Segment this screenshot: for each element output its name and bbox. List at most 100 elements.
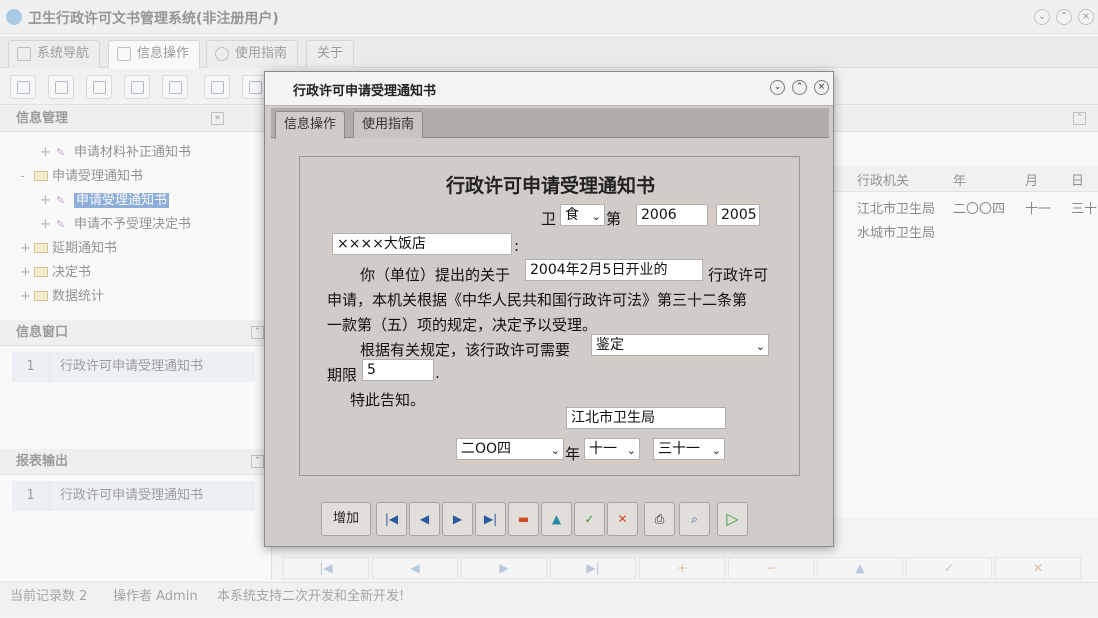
collapse-up-icon[interactable]: ⌃ — [1073, 112, 1086, 125]
tab-info-ops[interactable]: 信息操作 — [108, 40, 201, 69]
date-year-select[interactable]: 二OO四 ⌄ — [456, 438, 564, 460]
first-record-button[interactable]: |◀ — [283, 557, 369, 579]
tab-guide[interactable]: 使用指南 — [206, 40, 299, 68]
collapse-up-icon[interactable]: ⌃ — [251, 455, 264, 468]
next-record-button[interactable]: ▶ — [442, 502, 473, 536]
next-record-button[interactable]: ▶ — [461, 557, 547, 579]
cancel-record-button[interactable]: ✕ — [607, 502, 638, 536]
run-button[interactable]: ▷ — [717, 502, 748, 536]
year-unit-label: 年 — [565, 445, 581, 463]
tree-node[interactable]: + 延期通知书 — [20, 238, 117, 260]
date-day-select[interactable]: 三十一 ⌄ — [653, 438, 725, 460]
year-code-input[interactable]: 2006 — [636, 204, 708, 226]
print-preview-button[interactable]: ⌕ — [679, 502, 710, 536]
collapse-left-icon[interactable]: « — [211, 112, 224, 125]
line1-suffix: 行政许可 — [708, 266, 769, 284]
up-icon: ▲ — [551, 512, 562, 526]
column-header[interactable]: 行政机关 — [857, 170, 909, 189]
delete-record-button[interactable]: ▬ — [508, 502, 539, 536]
tree-node-selected[interactable]: + ✎ 申请受理通知书 — [40, 190, 170, 212]
line4-prefix: 根据有关规定，该行政许可需要 — [360, 341, 571, 359]
info-window-header: 信息窗口 ⌃ — [0, 320, 272, 346]
list-item[interactable]: 1 行政许可申请受理通知书 — [12, 352, 255, 382]
tree-node[interactable]: + 决定书 — [20, 262, 91, 284]
minimize-icon[interactable]: ⌄ — [770, 80, 785, 95]
main-tab-bar: 系统导航 信息操作 使用指南 关于 — [0, 36, 1098, 69]
tree-button[interactable] — [124, 75, 150, 99]
line2-text: 申请，本机关根据《中华人民共和国行政许可法》第三十二条第 — [327, 291, 748, 309]
export-button[interactable] — [204, 75, 230, 99]
print-button[interactable]: ⎙ — [644, 502, 675, 536]
prev-icon: ◀ — [419, 512, 430, 526]
folder-icon — [34, 267, 48, 277]
tool-icon: ✎ — [56, 194, 66, 207]
minimize-icon[interactable]: ⌄ — [1034, 9, 1050, 25]
period-input[interactable]: 5 — [362, 359, 434, 381]
line1-prefix: 你（单位）提出的关于 — [360, 266, 511, 284]
chevron-down-icon: ⌄ — [626, 444, 636, 457]
info-management-header: 信息管理 « — [0, 106, 272, 132]
tab-system-nav[interactable]: 系统导航 — [8, 40, 101, 68]
column-header[interactable]: 年 — [953, 170, 966, 189]
folder-icon — [34, 243, 48, 253]
period-label: 期限 — [327, 366, 358, 384]
applicant-input[interactable]: ××××大饭店 — [332, 233, 512, 255]
folder-icon — [34, 291, 48, 301]
insert-record-button[interactable]: + — [639, 557, 725, 579]
authority-input[interactable]: 江北市卫生局 — [566, 407, 726, 429]
search-button[interactable] — [10, 75, 36, 99]
maximize-icon[interactable]: ⌃ — [1056, 9, 1072, 25]
line3-text: 一款第（五）项的规定，决定予以受理。 — [327, 316, 598, 334]
edit-record-button[interactable]: ▲ — [541, 502, 572, 536]
list-button[interactable] — [48, 75, 74, 99]
tree-node[interactable]: + 数据统计 — [20, 286, 104, 308]
prev-record-button[interactable]: ◀ — [409, 502, 440, 536]
column-header[interactable]: 月 — [1025, 170, 1038, 189]
cancel-record-button[interactable]: ✕ — [995, 557, 1081, 579]
dialog-title-bar[interactable]: 行政许可申请受理通知书 ⌄ ⌃ × — [265, 72, 833, 106]
requirement-select[interactable]: 鉴定 ⌄ — [591, 334, 769, 356]
close-icon[interactable]: × — [1078, 9, 1094, 25]
number-input[interactable]: 2005 — [716, 204, 760, 226]
document-button[interactable] — [86, 75, 112, 99]
post-record-button[interactable]: ✓ — [906, 557, 992, 579]
close-icon[interactable]: × — [814, 80, 829, 95]
subject-input[interactable]: 2004年2月5日开业的 — [525, 259, 703, 281]
notice-form: 行政许可申请受理通知书 卫 食 ⌄ 第 2006 2005 ××××大饭店 : 你… — [299, 156, 800, 476]
first-record-button[interactable]: |◀ — [376, 502, 407, 536]
add-button[interactable]: 增加 — [321, 502, 371, 536]
grid-icon — [117, 47, 131, 61]
di-label: 第 — [606, 210, 622, 228]
category-select[interactable]: 食 ⌄ — [560, 204, 605, 226]
clock-icon — [215, 47, 229, 61]
window-button[interactable] — [162, 75, 188, 99]
dialog-title: 行政许可申请受理通知书 — [293, 84, 437, 99]
last-record-button[interactable]: ▶| — [550, 557, 636, 579]
prev-record-button[interactable]: ◀ — [372, 557, 458, 579]
list-item[interactable]: 1 行政许可申请受理通知书 — [12, 481, 255, 511]
tree-node[interactable]: + ✎ 申请材料补正通知书 — [40, 142, 191, 164]
collapse-up-icon[interactable]: ⌃ — [251, 326, 264, 339]
tab-about[interactable]: 关于 — [306, 40, 355, 68]
tree-icon — [131, 81, 144, 94]
check-icon: ✓ — [584, 512, 595, 526]
form-heading: 行政许可申请受理通知书 — [445, 175, 655, 197]
tab-info-ops[interactable]: 信息操作 — [275, 111, 346, 139]
export-icon — [211, 81, 224, 94]
tab-guide[interactable]: 使用指南 — [353, 111, 424, 138]
window-icon — [169, 81, 182, 94]
edit-record-button[interactable]: ▲ — [817, 557, 903, 579]
first-icon: |◀ — [384, 512, 399, 526]
delete-record-button[interactable]: − — [728, 557, 814, 579]
last-record-button[interactable]: ▶| — [475, 502, 506, 536]
notice-text: 特此告知。 — [350, 391, 426, 409]
maximize-icon[interactable]: ⌃ — [792, 80, 807, 95]
tree-node[interactable]: + ✎ 申请不予受理决定书 — [40, 214, 191, 236]
status-bar: 当前记录数 2 操作者 Admin 本系统支持二次开发和全新开发! — [0, 582, 1098, 610]
date-month-select[interactable]: 十一 ⌄ — [584, 438, 640, 460]
grid-navigator: |◀ ◀ ▶ ▶| + − ▲ ✓ ✕ — [283, 557, 1083, 581]
preview-icon: ⌕ — [691, 512, 698, 526]
post-record-button[interactable]: ✓ — [574, 502, 605, 536]
column-header[interactable]: 日 — [1071, 170, 1084, 189]
tree-node[interactable]: - 申请受理通知书 — [20, 166, 143, 188]
